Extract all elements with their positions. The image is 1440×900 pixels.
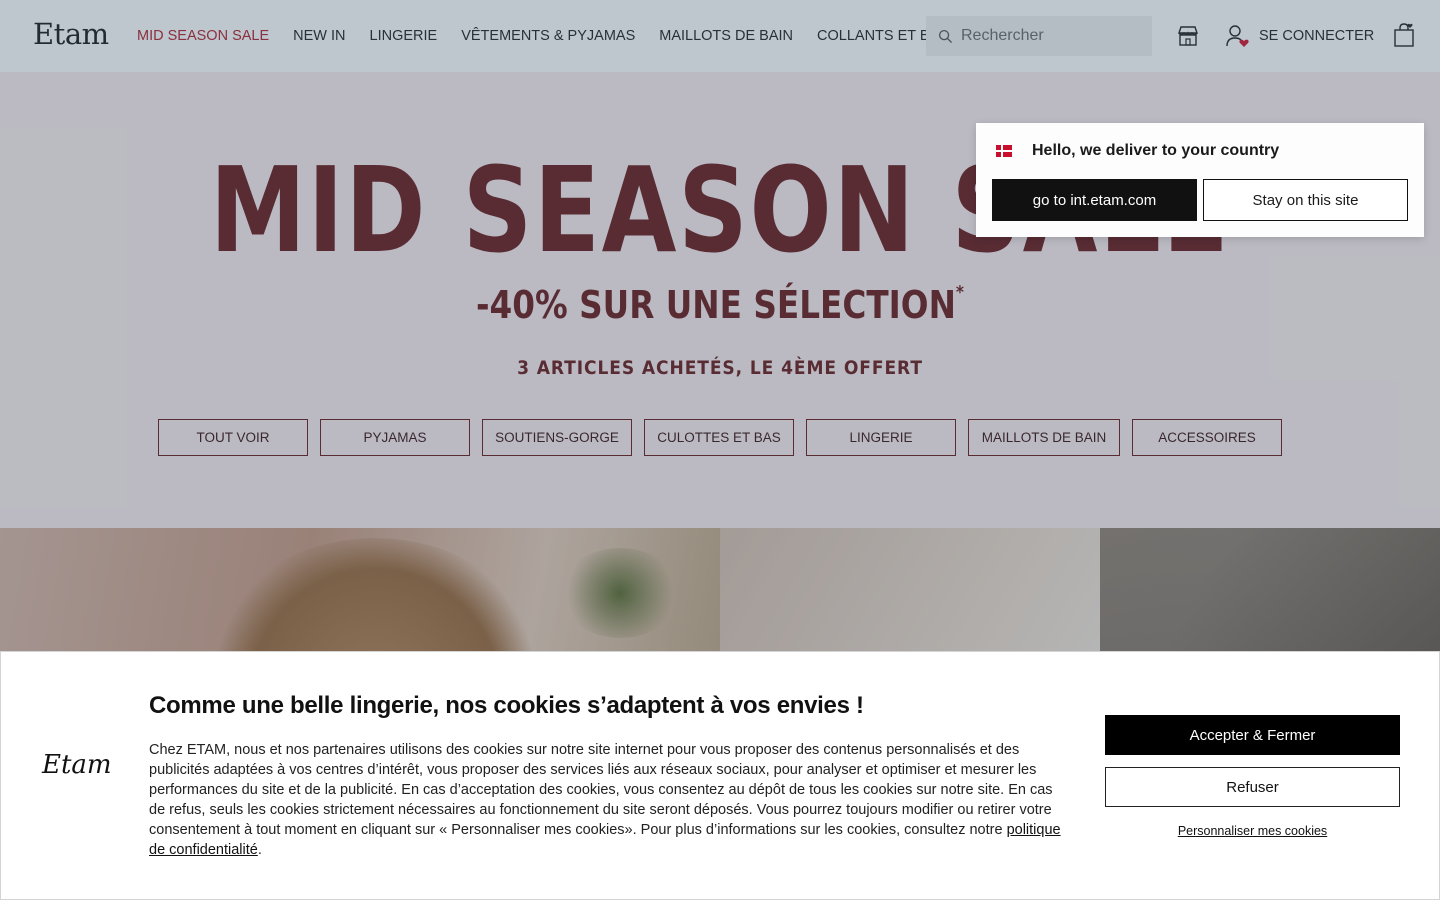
photo-shadow-shape <box>1100 528 1440 668</box>
accept-cookies-button[interactable]: Accepter & Fermer <box>1105 715 1400 755</box>
login-label: SE CONNECTER <box>1259 28 1375 44</box>
login-button[interactable]: SE CONNECTER <box>1225 22 1374 50</box>
category-button-culottes-et-bas[interactable]: CULOTTES ET BAS <box>644 419 794 456</box>
category-button-accessoires[interactable]: ACCESSOIRES <box>1132 419 1282 456</box>
go-to-int-site-button[interactable]: go to int.etam.com <box>992 179 1197 221</box>
customize-cookies-link[interactable]: Personnaliser mes cookies <box>1105 824 1400 838</box>
refuse-cookies-button[interactable]: Refuser <box>1105 767 1400 807</box>
denmark-flag-icon <box>996 145 1012 157</box>
nav-item-mid-season-sale[interactable]: MID SEASON SALE <box>137 28 269 44</box>
cookie-description: Chez ETAM, nous et nos partenaires utili… <box>149 740 1069 860</box>
nav-item-lingerie[interactable]: LINGERIE <box>370 28 438 44</box>
search-input[interactable] <box>961 27 1141 45</box>
hero-subtitle: -40% SUR UNE SÉLECTION* <box>101 282 1339 327</box>
country-delivery-popup: Hello, we deliver to your country go to … <box>976 123 1424 237</box>
nav-item-maillots-de-bain[interactable]: MAILLOTS DE BAIN <box>659 28 793 44</box>
cookie-etam-logo: Etam <box>42 750 112 780</box>
category-buttons: TOUT VOIR PYJAMAS SOUTIENS-GORGE CULOTTE… <box>158 419 1282 456</box>
search-box[interactable] <box>926 16 1152 56</box>
site-header: Etam MID SEASON SALE NEW IN LINGERIE VÊT… <box>0 0 1440 72</box>
cookie-body-text: Chez ETAM, nous et nos partenaires utili… <box>149 742 1053 838</box>
category-button-lingerie[interactable]: LINGERIE <box>806 419 956 456</box>
hero-offer: 3 ARTICLES ACHETÉS, LE 4ÈME OFFERT <box>517 357 923 379</box>
country-popup-title: Hello, we deliver to your country <box>1032 142 1280 159</box>
nav-item-new-in[interactable]: NEW IN <box>293 28 345 44</box>
category-button-pyjamas[interactable]: PYJAMAS <box>320 419 470 456</box>
etam-logo[interactable]: Etam <box>33 18 109 50</box>
hero-subtitle-text: -40% SUR UNE SÉLECTION <box>475 283 956 327</box>
category-button-soutiens-gorge[interactable]: SOUTIENS-GORGE <box>482 419 632 456</box>
store-icon[interactable] <box>1176 24 1200 48</box>
stay-on-site-button[interactable]: Stay on this site <box>1203 179 1408 221</box>
photo-foliage-shape <box>560 548 680 638</box>
nav-item-vetements-pyjamas[interactable]: VÊTEMENTS & PYJAMAS <box>461 28 635 44</box>
cookie-title: Comme une belle lingerie, nos cookies s’… <box>149 692 864 719</box>
cookie-consent-banner: Etam Comme une belle lingerie, nos cooki… <box>0 651 1440 900</box>
cookie-text-period: . <box>257 842 262 858</box>
search-icon <box>938 29 953 43</box>
hero-subtitle-asterisk: * <box>955 282 965 303</box>
category-button-tout-voir[interactable]: TOUT VOIR <box>158 419 308 456</box>
user-heart-icon <box>1226 25 1249 47</box>
main-nav: MID SEASON SALE NEW IN LINGERIE VÊTEMENT… <box>137 0 949 72</box>
category-button-maillots-de-bain[interactable]: MAILLOTS DE BAIN <box>968 419 1120 456</box>
shopping-bag-icon[interactable] <box>1392 22 1416 48</box>
